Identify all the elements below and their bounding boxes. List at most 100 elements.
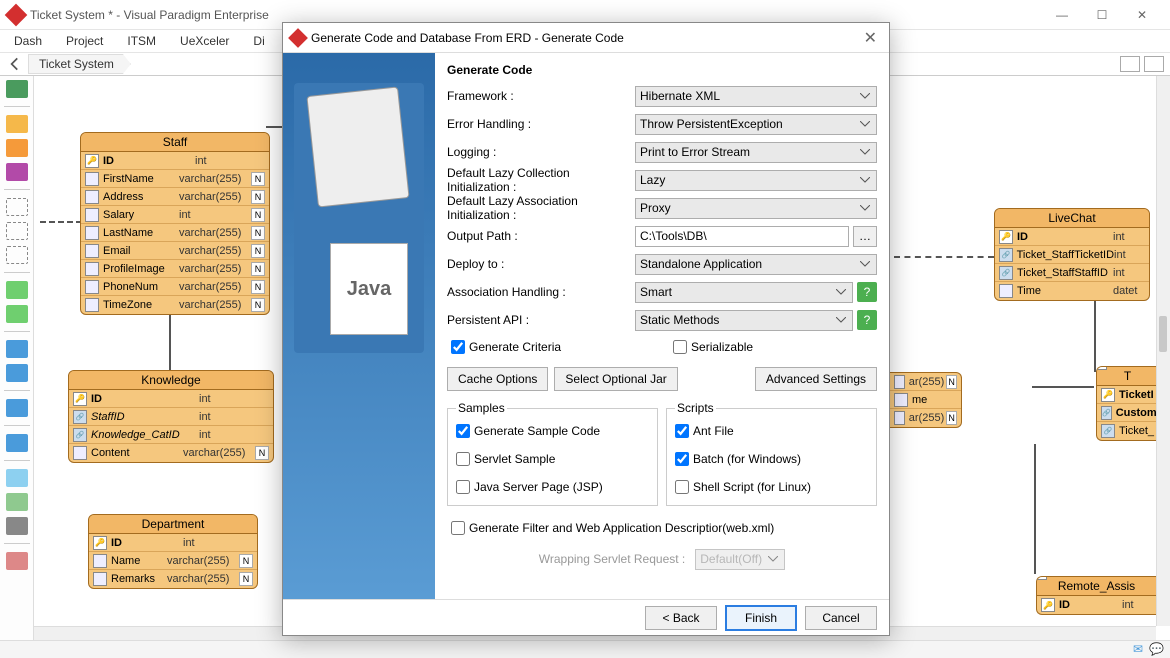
- erd-column[interactable]: ProfileImagevarchar(255)N: [81, 260, 269, 278]
- minimize-button[interactable]: —: [1042, 1, 1082, 29]
- erd-column[interactable]: 🔑TicketI: [1097, 386, 1158, 404]
- erd-column[interactable]: 🔑IDint: [89, 534, 257, 552]
- tool-green-icon[interactable]: [6, 281, 28, 299]
- tool-doc-icon[interactable]: [6, 364, 28, 382]
- dialog-close-button[interactable]: ✕: [860, 28, 881, 48]
- menu-uexceler[interactable]: UeXceler: [180, 34, 229, 48]
- browse-button[interactable]: …: [853, 226, 877, 247]
- tool-camera-icon[interactable]: [6, 517, 28, 535]
- check-ant[interactable]: [675, 424, 689, 438]
- erd-table-partial[interactable]: ar(255)Nmear(255)N: [890, 372, 962, 428]
- erd-column[interactable]: me: [890, 391, 961, 409]
- erd-column[interactable]: 🔗Knowledge_CatIDint: [69, 426, 273, 444]
- select-jar-button[interactable]: Select Optional Jar: [554, 367, 677, 391]
- erd-table-knowledge[interactable]: Knowledge 🔑IDint🔗StaffIDint🔗Knowledge_Ca…: [68, 370, 274, 463]
- erd-table-livechat[interactable]: LiveChat 🔑IDint🔗Ticket_StaffTicketIDint🔗…: [994, 208, 1150, 301]
- chat-icon[interactable]: 💬: [1149, 642, 1164, 656]
- tool-note-icon[interactable]: [6, 340, 28, 358]
- tool-grid-icon[interactable]: [6, 305, 28, 323]
- select-error[interactable]: Throw PersistentException: [635, 114, 877, 135]
- toolbar-icon-1[interactable]: [1120, 56, 1140, 72]
- erd-column[interactable]: Remarksvarchar(255)N: [89, 570, 257, 588]
- maximize-button[interactable]: ☐: [1082, 1, 1122, 29]
- cache-options-button[interactable]: Cache Options: [447, 367, 548, 391]
- back-button[interactable]: < Back: [645, 606, 717, 630]
- tool-table-icon[interactable]: [6, 139, 28, 157]
- erd-column[interactable]: TimeZonevarchar(255)N: [81, 296, 269, 314]
- check-batch-label: Batch (for Windows): [693, 452, 801, 466]
- erd-column[interactable]: 🔑IDint: [69, 390, 273, 408]
- help-icon[interactable]: ?: [857, 282, 877, 302]
- mail-icon[interactable]: ✉: [1133, 642, 1143, 656]
- tool-rel1-icon[interactable]: [6, 198, 28, 216]
- toolbar-icon-2[interactable]: [1144, 56, 1164, 72]
- erd-column[interactable]: Timedatet: [995, 282, 1149, 300]
- erd-column[interactable]: 🔑IDint: [1037, 596, 1156, 614]
- help-icon[interactable]: ?: [857, 310, 877, 330]
- erd-column[interactable]: Contentvarchar(255)N: [69, 444, 273, 462]
- select-assoc[interactable]: Smart: [635, 282, 853, 303]
- erd-table-department[interactable]: Department 🔑IDintNamevarchar(255)NRemark…: [88, 514, 258, 589]
- check-filter[interactable]: [451, 521, 465, 535]
- check-shell[interactable]: [675, 480, 689, 494]
- tool-run-icon[interactable]: [6, 80, 28, 98]
- erd-column[interactable]: ar(255)N: [890, 373, 961, 391]
- col-icon: [85, 226, 99, 240]
- select-lazycol[interactable]: Lazy: [635, 170, 877, 191]
- erd-column[interactable]: 🔗Ticket_StaffStaffIDint: [995, 264, 1149, 282]
- select-framework[interactable]: Hibernate XML: [635, 86, 877, 107]
- erd-table-remote[interactable]: M Remote_Assis 🔑IDint: [1036, 576, 1156, 615]
- menu-itsm[interactable]: ITSM: [127, 34, 156, 48]
- erd-column[interactable]: SalaryintN: [81, 206, 269, 224]
- check-serial[interactable]: [673, 340, 687, 354]
- erd-column[interactable]: 🔗Ticket_StaffTicketIDint: [995, 246, 1149, 264]
- select-deploy[interactable]: Standalone Application: [635, 254, 877, 275]
- check-batch[interactable]: [675, 452, 689, 466]
- erd-column[interactable]: 🔑IDint: [81, 152, 269, 170]
- cancel-button[interactable]: Cancel: [805, 606, 877, 630]
- select-lazyassoc[interactable]: Proxy: [635, 198, 877, 219]
- tool-view-icon[interactable]: [6, 163, 28, 181]
- menu-project[interactable]: Project: [66, 34, 103, 48]
- erd-table-ticket[interactable]: M T 🔑TicketI🔗Custom🔗Ticket_: [1096, 366, 1158, 441]
- vertical-scrollbar[interactable]: [1156, 76, 1170, 626]
- tool-rel3-icon[interactable]: [6, 246, 28, 264]
- close-button[interactable]: ✕: [1122, 1, 1162, 29]
- fk-icon: 🔗: [999, 248, 1013, 262]
- erd-column[interactable]: 🔗Ticket_: [1097, 422, 1158, 440]
- erd-column[interactable]: 🔗StaffIDint: [69, 408, 273, 426]
- check-sample-code[interactable]: [456, 424, 470, 438]
- check-criteria[interactable]: [451, 340, 465, 354]
- finish-button[interactable]: Finish: [725, 605, 797, 631]
- check-jsp[interactable]: [456, 480, 470, 494]
- select-persist[interactable]: Static Methods: [635, 310, 853, 331]
- erd-column[interactable]: 🔗Custom: [1097, 404, 1158, 422]
- tool-rect-icon[interactable]: [6, 469, 28, 487]
- erd-colname: Knowledge_CatID: [91, 429, 199, 441]
- breadcrumb[interactable]: Ticket System: [28, 54, 131, 74]
- select-logging[interactable]: Print to Error Stream: [635, 142, 877, 163]
- erd-column[interactable]: Namevarchar(255)N: [89, 552, 257, 570]
- check-servlet[interactable]: [456, 452, 470, 466]
- erd-column[interactable]: PhoneNumvarchar(255)N: [81, 278, 269, 296]
- tool-trash-icon[interactable]: [6, 552, 28, 570]
- input-output-path[interactable]: [635, 226, 849, 247]
- menu-di[interactable]: Di: [253, 34, 264, 48]
- tool-rel2-icon[interactable]: [6, 222, 28, 240]
- erd-coltype: varchar(255): [179, 191, 249, 203]
- erd-column[interactable]: Emailvarchar(255)N: [81, 242, 269, 260]
- tool-entity-icon[interactable]: [6, 115, 28, 133]
- tool-image-icon[interactable]: [6, 493, 28, 511]
- erd-column[interactable]: Addressvarchar(255)N: [81, 188, 269, 206]
- advanced-settings-button[interactable]: Advanced Settings: [755, 367, 877, 391]
- erd-column[interactable]: LastNamevarchar(255)N: [81, 224, 269, 242]
- erd-coltype: ar(255): [909, 412, 944, 424]
- tool-link-icon[interactable]: [6, 434, 28, 452]
- erd-column[interactable]: ar(255)N: [890, 409, 961, 427]
- erd-column[interactable]: 🔑IDint: [995, 228, 1149, 246]
- breadcrumb-back-icon[interactable]: [6, 55, 24, 73]
- tool-folder-icon[interactable]: [6, 399, 28, 417]
- erd-column[interactable]: FirstNamevarchar(255)N: [81, 170, 269, 188]
- erd-table-staff[interactable]: Staff 🔑IDintFirstNamevarchar(255)NAddres…: [80, 132, 270, 315]
- menu-dash[interactable]: Dash: [14, 34, 42, 48]
